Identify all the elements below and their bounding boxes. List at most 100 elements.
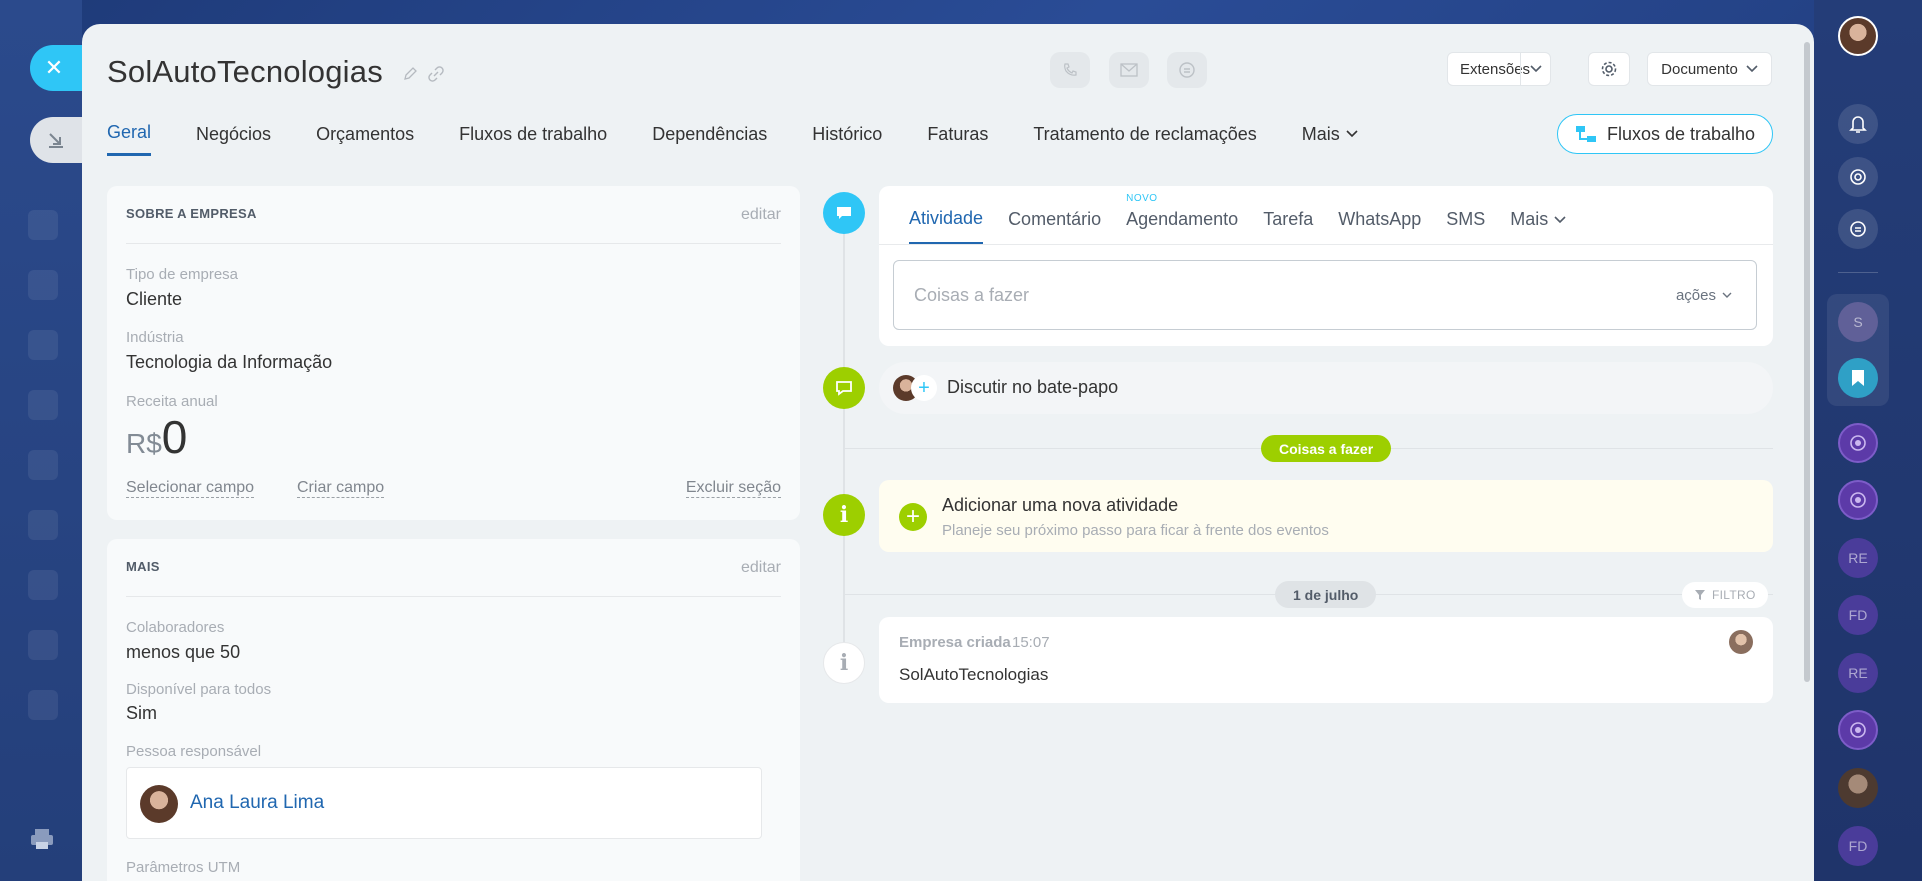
revenue-value[interactable]: R$0 [126, 410, 187, 464]
company-card-panel: SolAutoTecnologias Extensões Documento G… [82, 24, 1814, 881]
scrollbar[interactable] [1804, 42, 1810, 682]
openlines-button[interactable] [1838, 480, 1878, 520]
discuss-in-chat[interactable]: + Discutir no bate-papo [879, 362, 1773, 414]
tab-mais-label: Mais [1301, 123, 1340, 144]
sidebar-item-re[interactable]: RE [1838, 653, 1878, 693]
timeline-event: Empresa criada 15:07 SolAutoTecnologias [879, 617, 1773, 703]
editor-tab-tarefa[interactable]: Tarefa [1263, 208, 1313, 244]
chat-history-button[interactable] [1838, 209, 1878, 249]
editor-tab-atividade[interactable]: Atividade [909, 208, 984, 244]
edit-link[interactable]: editar [741, 206, 781, 224]
tab-geral[interactable]: Geral [107, 122, 152, 156]
extensions-dropdown[interactable]: Extensões [1447, 52, 1551, 86]
chat-sync-icon [1850, 221, 1866, 237]
event-body: SolAutoTecnologias [899, 665, 1049, 684]
chat-button[interactable] [1167, 52, 1207, 88]
ghost-icon [28, 570, 58, 600]
ghost-icon [28, 210, 58, 240]
extensions-label: Extensões [1460, 60, 1531, 78]
event-time: 15:07 [1012, 634, 1050, 651]
plus-icon[interactable]: + [911, 375, 937, 401]
user-avatar[interactable] [1838, 16, 1878, 56]
tab-faturas[interactable]: Faturas [927, 122, 988, 156]
editor-tab-label: Agendamento [1126, 209, 1239, 229]
todo-input[interactable]: Coisas a fazer ações [893, 260, 1757, 330]
openlines-button[interactable] [1838, 423, 1878, 463]
responsible-name[interactable]: Ana Laura Lima [190, 792, 324, 814]
tab-fluxos[interactable]: Fluxos de trabalho [459, 122, 607, 156]
activity-editor: Atividade Comentário NOVO Agendamento Ta… [879, 186, 1773, 346]
delete-section-link[interactable]: Excluir seção [685, 479, 781, 498]
event-dot: i [823, 642, 865, 684]
activity-dot [823, 192, 865, 234]
close-panel-button[interactable]: ✕ [30, 45, 82, 91]
employees-value[interactable]: menos que 50 [126, 642, 240, 663]
pencil-icon[interactable] [402, 66, 418, 82]
actions-dropdown[interactable]: ações [1676, 287, 1732, 304]
section-heading: SOBRE A EMPRESA [126, 206, 257, 221]
plus-icon: + [899, 503, 927, 531]
ghost-icon [28, 450, 58, 480]
document-dropdown[interactable]: Documento [1647, 52, 1772, 86]
printer-icon[interactable] [30, 828, 54, 850]
bookmark-button[interactable] [1838, 358, 1878, 398]
more-section: MAIS editar Colaboradores menos que 50 D… [107, 539, 800, 881]
editor-tab-agendamento[interactable]: NOVO Agendamento [1126, 193, 1239, 244]
tab-dependencias[interactable]: Dependências [652, 122, 767, 156]
notifications-button[interactable] [1838, 104, 1878, 144]
phone-icon [1064, 63, 1077, 76]
add-activity[interactable]: + Adicionar uma nova atividade Planeje s… [879, 480, 1773, 552]
chevron-down-icon [1554, 215, 1566, 223]
main-tabs: Geral Negócios Orçamentos Fluxos de trab… [107, 122, 1403, 156]
create-field-link[interactable]: Criar campo [297, 479, 385, 498]
email-button[interactable] [1109, 52, 1149, 88]
filter-label: FILTRO [1712, 588, 1756, 602]
ghost-icon [28, 390, 58, 420]
field-label: Disponível para todos [126, 681, 272, 698]
tab-reclamacoes[interactable]: Tratamento de reclamações [1033, 122, 1256, 156]
minimize-panel-button[interactable] [30, 117, 82, 163]
openlines-button[interactable] [1838, 710, 1878, 750]
timeline-line [843, 214, 845, 644]
industry-value[interactable]: Tecnologia da Informação [126, 352, 332, 373]
editor-tab-label: Mais [1510, 209, 1549, 229]
sync-button[interactable] [1838, 157, 1878, 197]
available-value[interactable]: Sim [126, 703, 157, 724]
chevron-down-icon [1746, 65, 1758, 73]
target-icon [1850, 435, 1866, 451]
ghost-icon [28, 330, 58, 360]
edit-link[interactable]: editar [741, 559, 781, 577]
sidebar-item-re[interactable]: RE [1838, 538, 1878, 578]
call-button[interactable] [1050, 52, 1090, 88]
todo-placeholder: Coisas a fazer [914, 284, 1030, 305]
field-label: Parâmetros UTM [126, 859, 241, 876]
select-field-link[interactable]: Selecionar campo [126, 479, 255, 498]
filter-button[interactable]: FILTRO [1682, 582, 1768, 608]
contact-avatar[interactable] [1838, 768, 1878, 808]
editor-tab-whatsapp[interactable]: WhatsApp [1338, 208, 1421, 244]
page-title: SolAutoTecnologias [107, 54, 383, 89]
sidebar-item-fd[interactable]: FD [1838, 826, 1878, 866]
sidebar-item-s[interactable]: S [1838, 302, 1878, 342]
company-type-value[interactable]: Cliente [126, 289, 182, 310]
info-icon: i [839, 650, 849, 676]
info-icon: i [839, 502, 849, 528]
tab-mais[interactable]: Mais [1302, 122, 1358, 156]
link-icon[interactable] [428, 66, 444, 82]
comment-icon [837, 207, 851, 219]
responsible-person[interactable]: Ana Laura Lima [126, 767, 762, 839]
editor-tab-sms[interactable]: SMS [1446, 208, 1485, 244]
bookmark-icon [1852, 370, 1864, 386]
tab-negocios[interactable]: Negócios [196, 122, 271, 156]
editor-tab-comentario[interactable]: Comentário [1008, 208, 1101, 244]
chevron-down-icon [1346, 130, 1358, 138]
tab-orcamentos[interactable]: Orçamentos [316, 122, 414, 156]
avatar[interactable] [1729, 630, 1753, 654]
sidebar-item-fd[interactable]: FD [1838, 595, 1878, 635]
workflows-button[interactable]: Fluxos de trabalho [1557, 114, 1773, 154]
divider [126, 596, 781, 597]
settings-button[interactable] [1588, 52, 1630, 86]
about-company-section: SOBRE A EMPRESA editar Tipo de empresa C… [107, 186, 800, 520]
tab-historico[interactable]: Histórico [812, 122, 882, 156]
editor-tab-mais[interactable]: Mais [1510, 208, 1566, 244]
